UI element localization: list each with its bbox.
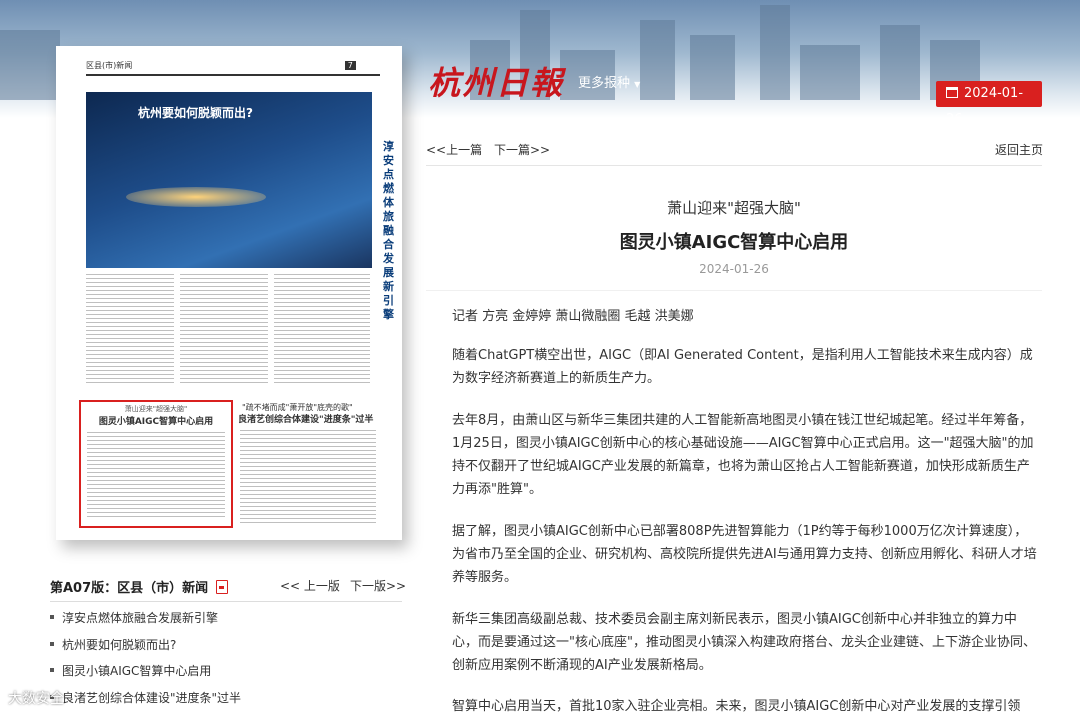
- home-link[interactable]: 返回主页: [995, 141, 1043, 158]
- page-number: 7: [344, 61, 356, 70]
- text-block: [180, 274, 268, 386]
- logo[interactable]: 杭州日報: [428, 58, 564, 104]
- date-picker-button[interactable]: 2024-01-26 ▼: [936, 81, 1042, 127]
- article-paragraph: 据了解，图灵小镇AIGC创新中心已部署808P先进智算能力（1P约等于每秒100…: [452, 524, 1037, 585]
- more-papers-dropdown[interactable]: 更多报种 ▼: [578, 72, 640, 91]
- article-list: 淳安点燃体旅融合发展新引擎 杭州要如何脱颖而出? 图灵小镇AIGC智算中心启用 …: [50, 610, 241, 716]
- next-article-link[interactable]: 下一篇>>: [494, 141, 550, 158]
- page-section-header: 区县(市)新闻 7: [86, 60, 356, 71]
- more-papers-label: 更多报种: [578, 76, 631, 91]
- article-paragraph: 新华三集团高级副总裁、技术委员会副主席刘新民表示，图灵小镇AIGC创新中心并非独…: [452, 612, 1036, 673]
- article-divider: [426, 165, 1042, 166]
- bullet-icon: [50, 641, 54, 646]
- article-paragraph: 随着ChatGPT横空出世，AIGC（即AI Generated Content…: [452, 348, 1033, 386]
- text-block: [240, 430, 376, 526]
- article-title: 图灵小镇AIGC智算中心启用: [619, 232, 849, 253]
- caret-down-icon: ▼: [634, 80, 641, 89]
- edition-label: 第A07版：区县（市）新闻: [50, 577, 229, 596]
- article-paragraph: 智算中心启用当天，首批10家入驻企业亮相。未来，图灵小镇AIGC创新中心对产业发…: [452, 699, 1021, 714]
- prev-edition-link[interactable]: << 上一版: [280, 577, 340, 594]
- page-side-headline[interactable]: 淳安点燃体旅融合发展新引擎: [383, 140, 397, 322]
- pdf-icon[interactable]: [216, 580, 229, 594]
- article-header-divider: [426, 290, 1042, 291]
- bullet-icon: [50, 615, 54, 619]
- article-byline: 记者 方亮 金婷婷 萧山微融圈 毛越 洪美娜: [452, 309, 694, 324]
- page-main-headline: 杭州要如何脱颖而出?: [138, 106, 253, 120]
- text-block: [86, 274, 174, 386]
- watermark: 大数安全: [8, 691, 64, 707]
- list-item[interactable]: 淳安点燃体旅融合发展新引擎: [50, 610, 241, 637]
- photo-decoration: [126, 187, 266, 207]
- page-rule: [86, 74, 380, 76]
- highlight-headline: 图灵小镇AIGC智算中心启用: [98, 417, 214, 427]
- highlight-kicker: 萧山迎来"超强大脑": [124, 405, 188, 413]
- article-subtitle: 萧山迎来"超强大脑": [667, 199, 801, 217]
- list-item[interactable]: 良渚艺创综合体建设"进度条"过半: [50, 690, 241, 717]
- newspaper-page-image[interactable]: 区县(市)新闻 7 杭州要如何脱颖而出? 淳安点燃体旅融合发展新引擎 萧山迎来"…: [56, 46, 402, 540]
- caret-down-icon: ▼: [964, 117, 970, 125]
- article-date: 2024-01-26: [699, 262, 769, 276]
- text-block: [274, 274, 370, 386]
- next-edition-link[interactable]: 下一版>>: [350, 577, 406, 594]
- list-item[interactable]: 图灵小镇AIGC智算中心启用: [50, 663, 241, 690]
- list-item[interactable]: 杭州要如何脱颖而出?: [50, 637, 241, 664]
- calendar-icon: [946, 87, 958, 98]
- page-photo-area[interactable]: 杭州要如何脱颖而出?: [86, 92, 372, 268]
- bullet-icon: [50, 668, 54, 672]
- prev-article-link[interactable]: <<上一篇: [426, 141, 482, 158]
- edition-divider: [50, 601, 402, 602]
- text-block: [87, 432, 225, 520]
- article-paragraph: 去年8月，由萧山区与新华三集团共建的人工智能新高地图灵小镇在钱江世纪城起笔。经过…: [452, 413, 1034, 497]
- second-article-headline[interactable]: 良渚艺创综合体建设"进度条"过半: [238, 412, 373, 425]
- selected-article-highlight[interactable]: 萧山迎来"超强大脑" 图灵小镇AIGC智算中心启用: [79, 400, 233, 528]
